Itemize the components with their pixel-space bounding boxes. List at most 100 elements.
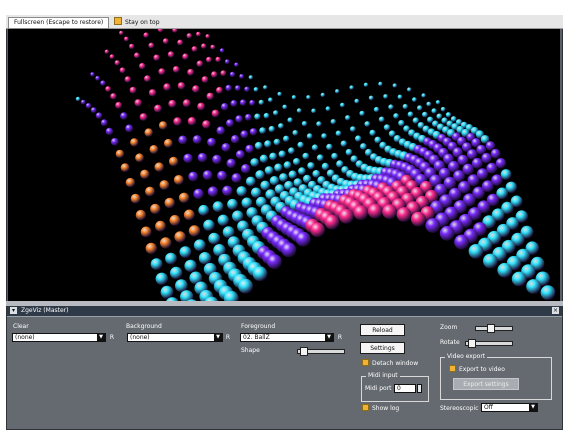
ball-sphere — [150, 203, 161, 215]
ball-sphere — [398, 120, 405, 127]
midi-port-spinner[interactable] — [417, 384, 422, 393]
ball-sphere — [335, 130, 342, 137]
ball-sphere — [321, 133, 327, 139]
ball-sphere — [95, 75, 100, 81]
zoom-slider-knob[interactable] — [487, 324, 495, 333]
stay-on-top-label: Stay on top — [125, 19, 160, 26]
ball-sphere — [378, 116, 385, 123]
ball-sphere — [153, 54, 160, 61]
settings-button[interactable]: Settings — [360, 342, 405, 354]
fullscreen-tab[interactable]: Fullscreen (Escape to restore) — [8, 17, 110, 29]
dropdown-arrow-icon: ▼ — [529, 404, 537, 411]
dropdown-arrow-icon: ▼ — [97, 334, 105, 341]
ball-sphere — [192, 135, 202, 144]
ball-sphere — [105, 86, 111, 92]
ball-sphere — [159, 180, 170, 190]
foreground-label: Foreground — [241, 323, 276, 330]
ball-sphere — [105, 127, 114, 136]
clear-reset-button[interactable]: R — [108, 333, 116, 342]
ball-sphere — [316, 154, 324, 162]
ball-sphere — [197, 152, 208, 163]
ball-sphere — [354, 98, 360, 104]
background-select[interactable]: (none) ▼ — [127, 333, 223, 342]
ball-sphere — [249, 99, 256, 106]
ball-sphere — [240, 164, 251, 174]
ball-sphere — [350, 126, 356, 132]
ball-sphere — [540, 285, 556, 300]
export-to-video-label: Export to video — [459, 366, 505, 373]
ball-sphere — [238, 278, 254, 294]
rotate-slider-knob[interactable] — [468, 339, 476, 348]
ball-sphere — [216, 86, 223, 94]
ball-sphere — [292, 158, 301, 166]
ball-sphere — [383, 94, 388, 99]
ball-sphere — [298, 167, 306, 176]
ball-sphere — [253, 87, 259, 92]
zoom-slider[interactable] — [475, 324, 513, 333]
checkbox-icon — [449, 365, 456, 372]
background-reset-button[interactable]: R — [224, 333, 232, 342]
ball-sphere — [130, 193, 141, 204]
ball-sphere — [184, 259, 197, 273]
ball-sphere — [177, 39, 184, 46]
close-icon[interactable]: × — [552, 307, 559, 314]
ball-sphere — [202, 170, 213, 181]
export-to-video-checkbox[interactable]: Export to video — [449, 365, 505, 374]
ball-sphere — [277, 91, 282, 97]
show-log-checkbox[interactable]: Show log — [362, 404, 399, 413]
checkbox-icon — [114, 17, 122, 25]
collapse-icon[interactable]: ▾ — [10, 307, 17, 314]
midi-port-input[interactable]: 0 — [394, 384, 416, 393]
stay-on-top-toggle[interactable]: Stay on top — [114, 17, 160, 27]
ball-sphere — [139, 62, 146, 70]
stereoscopic-select-value: Off — [484, 404, 493, 411]
ball-sphere — [134, 52, 140, 59]
ball-sphere — [95, 112, 103, 119]
reload-button[interactable]: Reload — [360, 324, 405, 336]
shape-slider-knob[interactable] — [300, 347, 308, 356]
detach-window-label: Detach window — [372, 360, 419, 367]
ball-sphere — [154, 104, 162, 113]
ball-sphere — [158, 121, 168, 130]
ball-sphere — [85, 103, 92, 109]
ball-sphere — [216, 126, 225, 135]
ball-sphere — [192, 85, 200, 93]
ball-sphere — [168, 156, 179, 167]
ball-sphere — [302, 152, 310, 160]
stereoscopic-select[interactable]: Off ▼ — [481, 403, 538, 412]
ball-sphere — [311, 144, 319, 151]
ball-sphere — [164, 197, 175, 209]
dropdown-arrow-icon: ▼ — [325, 334, 333, 341]
detach-window-checkbox[interactable]: Detach window — [362, 359, 418, 368]
foreground-reset-button[interactable]: R — [336, 333, 344, 342]
panel-title-bar: ▾ ZgeViz (Master) × — [7, 306, 562, 317]
ball-sphere — [155, 220, 166, 232]
ball-sphere — [188, 225, 201, 237]
ball-sphere — [163, 138, 173, 148]
ball-sphere — [230, 135, 240, 144]
ball-sphere — [411, 211, 426, 227]
ball-sphere — [412, 97, 417, 103]
ball-sphere — [378, 81, 383, 87]
ball-sphere — [392, 83, 397, 88]
export-settings-button[interactable]: Export settings — [453, 378, 519, 390]
clear-select[interactable]: (none) ▼ — [12, 333, 106, 342]
ball-sphere — [140, 169, 150, 179]
visualization-canvas[interactable] — [8, 29, 560, 301]
ball-sphere — [526, 279, 541, 294]
ball-sphere — [149, 145, 159, 154]
foreground-select[interactable]: 02. BallZ ▼ — [240, 333, 334, 342]
ball-sphere — [201, 76, 209, 83]
ball-sphere — [268, 97, 273, 103]
top-toolbar: Fullscreen (Escape to restore) Stay on t… — [6, 15, 563, 29]
ball-sphere — [210, 44, 216, 50]
ball-sphere — [282, 104, 288, 110]
ball-sphere — [310, 222, 325, 238]
ball-sphere — [234, 85, 241, 91]
shape-slider[interactable] — [297, 347, 345, 356]
ball-sphere — [222, 185, 233, 196]
ball-sphere — [119, 30, 124, 36]
rotate-slider[interactable] — [465, 339, 513, 348]
ball-sphere — [206, 56, 212, 63]
ball-sphere — [75, 96, 81, 102]
